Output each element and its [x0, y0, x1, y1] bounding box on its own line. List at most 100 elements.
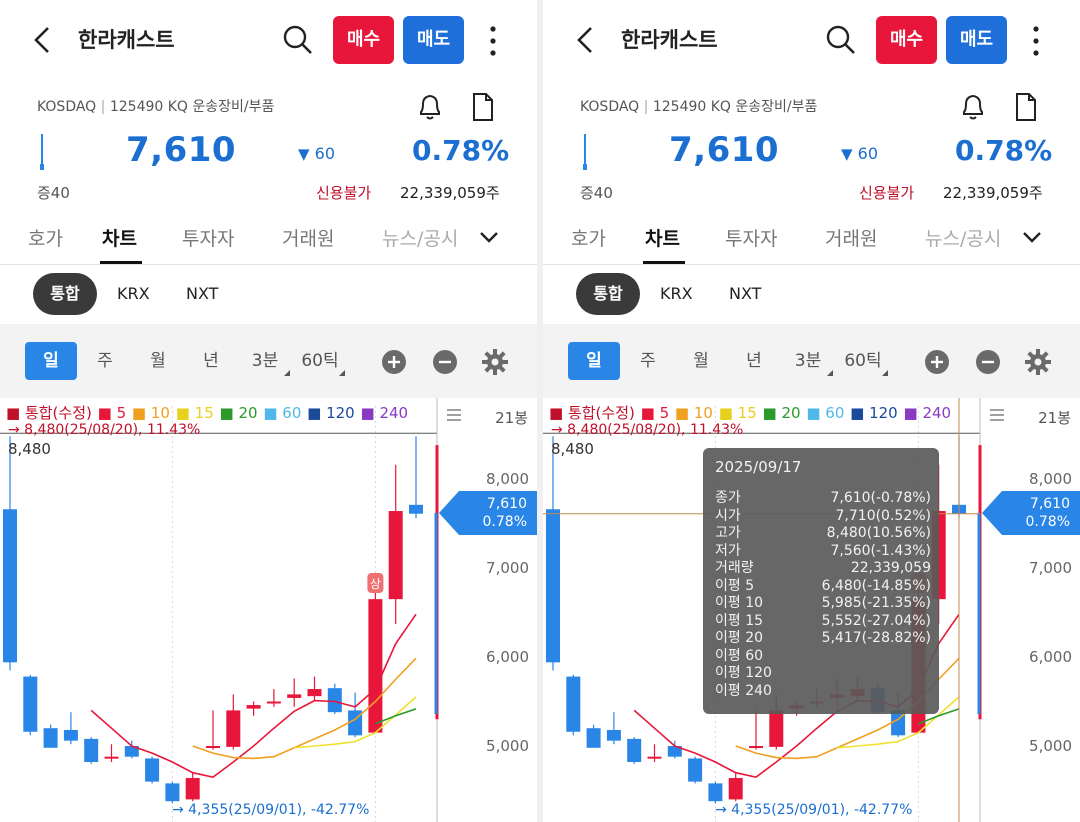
moving-average-line — [90, 613, 417, 779]
tooltip-row: 시가 7,710(0.52%) — [715, 508, 931, 525]
market-tab-nxt[interactable]: NXT — [729, 273, 761, 315]
legend-ma240: ■ 240 — [360, 404, 409, 422]
tooltip-row: 이평 240 — [715, 683, 931, 700]
market-tab-krx[interactable]: KRX — [117, 273, 150, 315]
candle-body — [84, 738, 99, 763]
candle-body — [409, 504, 423, 514]
chevron-down-icon[interactable] — [478, 226, 500, 248]
tab-news[interactable]: 뉴스/공시 — [382, 224, 458, 251]
stock-info: KOSDAQ | 125490 KQ 운송장비/부품 — [580, 99, 818, 115]
period-month[interactable]: 월 — [676, 342, 726, 380]
tab-investor[interactable]: 투자자 — [725, 224, 777, 251]
y-axis-label: 5,000 — [486, 737, 529, 755]
market-tab-integrated[interactable]: 통합 — [576, 273, 640, 315]
candle-body — [769, 710, 784, 747]
candle-body — [3, 509, 17, 663]
margin-rate: 증40 — [37, 184, 70, 202]
period-day[interactable]: 일 — [568, 342, 620, 380]
current-price: 7,610 — [126, 130, 237, 170]
sell-button[interactable]: 매도 — [403, 16, 464, 64]
price-change: ▼ 60 — [841, 144, 878, 163]
back-arrow-icon[interactable] — [30, 24, 56, 56]
price-change-value: 60 — [314, 144, 335, 163]
period-3min[interactable]: 3분 — [783, 342, 833, 380]
sector: 운송장비/부품 — [735, 99, 818, 115]
tooltip-label: 종가 — [715, 490, 741, 506]
tab-chart[interactable]: 차트 — [645, 224, 680, 251]
sell-button[interactable]: 매도 — [946, 16, 1007, 64]
candle-body — [185, 778, 200, 800]
app-header: 한라캐스트 매수 매도 — [0, 0, 537, 80]
candlestick-chart[interactable]: 21봉 8,000 7,000 6,000 5,000 8,480 → 8,480(25/0… — [0, 398, 537, 822]
zoom-in-icon[interactable] — [924, 349, 950, 375]
price-range-icon — [583, 134, 587, 170]
tooltip-value: 8,480(10.56%) — [826, 525, 931, 541]
more-vertical-icon[interactable] — [1023, 24, 1049, 58]
down-triangle-icon: ▼ — [298, 145, 310, 163]
zoom-in-icon[interactable] — [381, 349, 407, 375]
stock-tabs: 호가 차트 투자자 거래원 뉴스/공시 — [543, 218, 1080, 265]
change-percent: 0.78% — [412, 134, 510, 167]
tab-investor[interactable]: 투자자 — [182, 224, 234, 251]
min-annotation: → 4,355(25/09/01), -42.77% — [172, 802, 369, 818]
legend-ma5: ■ 5 — [640, 404, 670, 422]
tab-broker[interactable]: 거래원 — [282, 224, 334, 251]
document-icon[interactable] — [1013, 92, 1039, 122]
candle-body — [23, 676, 38, 732]
market-tab-integrated[interactable]: 통합 — [33, 273, 97, 315]
y-axis-label: 8,000 — [1029, 470, 1072, 488]
legend-ma60: ■ 60 — [806, 404, 845, 422]
period-week[interactable]: 주 — [623, 342, 673, 380]
candle-body — [708, 783, 723, 802]
tooltip-value: 5,417(-28.82%) — [821, 630, 931, 646]
buy-button[interactable]: 매수 — [333, 16, 394, 64]
tab-chart[interactable]: 차트 — [102, 224, 137, 251]
candle-body — [226, 710, 241, 747]
stock-info: KOSDAQ | 125490 KQ 운송장비/부품 — [37, 99, 275, 115]
candle-body — [586, 728, 601, 748]
tooltip-label: 이평 60 — [715, 647, 764, 664]
period-year[interactable]: 년 — [186, 342, 236, 380]
period-week[interactable]: 주 — [80, 342, 130, 380]
tab-orderbook[interactable]: 호가 — [28, 224, 63, 251]
chart-toolbar: 일 주 월 년 3분 60틱 — [543, 324, 1080, 398]
market-tab-nxt[interactable]: NXT — [186, 273, 218, 315]
search-icon[interactable] — [825, 24, 857, 56]
market-tab-krx[interactable]: KRX — [660, 273, 693, 315]
period-month[interactable]: 월 — [133, 342, 183, 380]
document-icon[interactable] — [470, 92, 496, 122]
change-percent: 0.78% — [955, 134, 1053, 167]
buy-button[interactable]: 매수 — [876, 16, 937, 64]
search-icon[interactable] — [282, 24, 314, 56]
more-vertical-icon[interactable] — [480, 24, 506, 58]
period-year[interactable]: 년 — [729, 342, 779, 380]
period-60tick[interactable]: 60틱 — [295, 342, 345, 380]
tab-orderbook[interactable]: 호가 — [571, 224, 606, 251]
period-3min[interactable]: 3분 — [240, 342, 290, 380]
bell-icon[interactable] — [959, 92, 987, 122]
back-arrow-icon[interactable] — [573, 24, 599, 56]
chevron-down-icon[interactable] — [1021, 226, 1043, 248]
y-axis-label: 6,000 — [1029, 648, 1072, 666]
legend-ma20: ■ 20 — [219, 404, 258, 422]
tooltip-row: 이평 10 5,985(-21.35%) — [715, 595, 931, 612]
period-day[interactable]: 일 — [25, 342, 77, 380]
candle-body — [104, 756, 119, 759]
current-price-label: 7,610 — [1030, 496, 1070, 512]
zoom-out-icon[interactable] — [975, 349, 1001, 375]
legend-ma60: ■ 60 — [263, 404, 302, 422]
candle-body — [165, 783, 180, 802]
sector: 운송장비/부품 — [192, 99, 275, 115]
tooltip-label: 이평 15 — [715, 612, 764, 629]
gear-icon[interactable] — [482, 349, 508, 375]
tooltip-row: 종가 7,610(-0.78%) — [715, 490, 931, 507]
zoom-out-icon[interactable] — [432, 349, 458, 375]
stock-title: 한라캐스트 — [621, 28, 718, 52]
gear-icon[interactable] — [1025, 349, 1051, 375]
tooltip-label: 이평 20 — [715, 630, 764, 646]
tab-broker[interactable]: 거래원 — [825, 224, 877, 251]
period-3min-label: 3분 — [251, 351, 279, 371]
bell-icon[interactable] — [416, 92, 444, 122]
period-60tick[interactable]: 60틱 — [838, 342, 888, 380]
tab-news[interactable]: 뉴스/공시 — [925, 224, 1001, 251]
